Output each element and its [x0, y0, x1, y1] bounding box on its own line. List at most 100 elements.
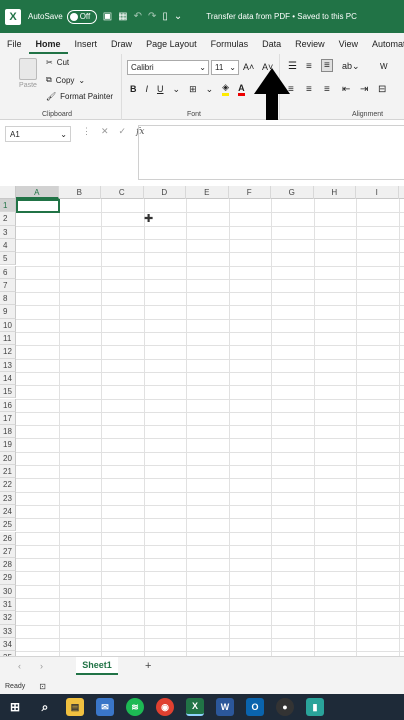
row-header-30[interactable]: 30 — [0, 584, 16, 598]
column-header-d[interactable]: D — [144, 186, 186, 199]
merge-center-icon[interactable]: ⊟ — [378, 84, 386, 95]
row-header-12[interactable]: 12 — [0, 345, 16, 359]
row-header-29[interactable]: 29 — [0, 571, 16, 585]
row-header-17[interactable]: 17 — [0, 411, 16, 426]
row-header-8[interactable]: 8 — [0, 292, 16, 306]
column-header-e[interactable]: E — [186, 186, 229, 199]
row-header-25[interactable]: 25 — [0, 518, 16, 532]
row-header-26[interactable]: 26 — [0, 531, 16, 545]
align-middle-icon[interactable]: ≡ — [306, 61, 312, 72]
tab-draw[interactable]: Draw — [104, 39, 139, 54]
row-header-24[interactable]: 24 — [0, 504, 16, 519]
app-taskbar-icon[interactable]: ▮ — [306, 698, 324, 716]
row-header-18[interactable]: 18 — [0, 425, 16, 439]
tab-page-layout[interactable]: Page Layout — [139, 39, 204, 54]
paste-button[interactable]: Paste — [16, 58, 40, 89]
font-color-icon[interactable]: A — [238, 83, 245, 96]
column-header-i[interactable]: I — [356, 186, 399, 199]
cancel-icon[interactable]: ✕ — [101, 126, 109, 137]
search-icon[interactable]: ⌕ — [36, 698, 54, 716]
borders-icon[interactable]: ⊞ — [189, 84, 197, 95]
column-header-b[interactable]: B — [59, 186, 101, 199]
chevron-down-icon[interactable]: ⌄ — [206, 84, 214, 95]
outlook-taskbar-icon[interactable]: O — [246, 698, 264, 716]
fill-color-icon[interactable]: ◈ — [222, 82, 230, 96]
word-taskbar-icon[interactable]: W — [216, 698, 234, 716]
italic-button[interactable]: I — [146, 84, 149, 94]
autosave-toggle[interactable]: Off — [66, 9, 97, 24]
row-header-33[interactable]: 33 — [0, 624, 16, 638]
undo-icon[interactable]: ↶ — [134, 11, 142, 22]
row-header-32[interactable]: 32 — [0, 611, 16, 625]
row-header-9[interactable]: 9 — [0, 305, 16, 319]
tab-insert[interactable]: Insert — [68, 39, 105, 54]
orientation-icon[interactable]: ab⌄ — [342, 61, 360, 72]
increase-indent-icon[interactable]: ⇥ — [360, 84, 368, 95]
row-header-6[interactable]: 6 — [0, 265, 16, 279]
column-header-g[interactable]: G — [271, 186, 314, 199]
row-header-20[interactable]: 20 — [0, 451, 16, 465]
column-header-c[interactable]: C — [101, 186, 144, 199]
row-header-4[interactable]: 4 — [0, 238, 16, 253]
tab-formulas[interactable]: Formulas — [204, 39, 256, 54]
row-header-34[interactable]: 34 — [0, 637, 16, 652]
tab-view[interactable]: View — [332, 39, 365, 54]
excel-taskbar-icon[interactable]: X — [186, 698, 204, 716]
windows-start-icon[interactable]: ⊞ — [6, 698, 24, 716]
row-header-14[interactable]: 14 — [0, 371, 16, 386]
row-header-28[interactable]: 28 — [0, 558, 16, 572]
row-header-2[interactable]: 2 — [0, 212, 16, 226]
wrap-text-button[interactable]: W — [380, 62, 388, 71]
row-header-11[interactable]: 11 — [0, 332, 16, 346]
accessibility-icon[interactable]: ⊡ — [39, 682, 46, 691]
align-center-icon[interactable]: ≡ — [306, 84, 312, 95]
name-box[interactable]: A1 ⌄ — [5, 126, 71, 142]
column-header-f[interactable]: F — [229, 186, 271, 199]
obs-taskbar-icon[interactable]: ● — [276, 698, 294, 716]
cut-button[interactable]: ✂ Cut — [46, 58, 69, 67]
row-header-1[interactable]: 1 — [0, 199, 16, 213]
font-name-select[interactable]: Calibri ⌄ — [127, 60, 209, 75]
row-header-22[interactable]: 22 — [0, 478, 16, 492]
mail-icon[interactable]: ✉ — [96, 698, 114, 716]
row-header-16[interactable]: 16 — [0, 398, 16, 412]
check-icon[interactable]: ✓ — [119, 126, 127, 137]
column-header-h[interactable]: H — [314, 186, 356, 199]
file-explorer-icon[interactable]: ▤ — [66, 698, 84, 716]
tab-file[interactable]: File — [0, 39, 29, 54]
underline-button[interactable]: U — [157, 84, 164, 94]
spotify-icon[interactable]: ≋ — [126, 698, 144, 716]
chevron-down-icon[interactable]: ⌄ — [173, 84, 181, 95]
tab-home[interactable]: Home — [28, 39, 68, 54]
font-size-select[interactable]: 11 ⌄ — [211, 60, 239, 75]
save-icon[interactable]: ▣ — [103, 11, 112, 22]
sheet-tab-sheet1[interactable]: Sheet1 — [76, 657, 118, 675]
row-header-31[interactable]: 31 — [0, 598, 16, 612]
row-header-27[interactable]: 27 — [0, 544, 16, 559]
row-header-21[interactable]: 21 — [0, 465, 16, 479]
chrome-icon[interactable]: ◉ — [156, 698, 174, 716]
align-right-icon[interactable]: ≡ — [324, 84, 330, 95]
align-bottom-icon[interactable]: ≡ — [321, 59, 333, 72]
tab-data[interactable]: Data — [255, 39, 288, 54]
scroll-left-icon[interactable]: ‹ — [18, 661, 21, 671]
row-header-13[interactable]: 13 — [0, 358, 16, 372]
copy-button[interactable]: ⧉ Copy ⌄ — [46, 75, 85, 85]
redo-icon[interactable]: ↷ — [148, 11, 156, 22]
row-header-19[interactable]: 19 — [0, 438, 16, 452]
formula-input[interactable] — [138, 125, 404, 180]
active-cell-a1[interactable] — [16, 199, 60, 213]
select-all-button[interactable] — [0, 186, 16, 199]
grid-view-icon[interactable]: ▦ — [118, 11, 127, 22]
add-sheet-button[interactable]: + — [145, 660, 151, 672]
row-header-23[interactable]: 23 — [0, 491, 16, 505]
row-header-3[interactable]: 3 — [0, 225, 16, 239]
scroll-right-icon[interactable]: › — [40, 661, 43, 671]
bold-button[interactable]: B — [130, 84, 137, 94]
format-painter-button[interactable]: 🖌 Format Painter — [46, 92, 113, 101]
column-header-a[interactable]: A — [16, 186, 59, 199]
dropdown-icon[interactable]: ⌄ — [174, 11, 182, 22]
row-header-7[interactable]: 7 — [0, 278, 16, 293]
tab-review[interactable]: Review — [288, 39, 332, 54]
spreadsheet-grid[interactable]: ABCDEFGHI 1 2 3 4 5 6 7 8 9 10 11 12 13 14 15 16 17 18 19 2… — [0, 186, 404, 656]
